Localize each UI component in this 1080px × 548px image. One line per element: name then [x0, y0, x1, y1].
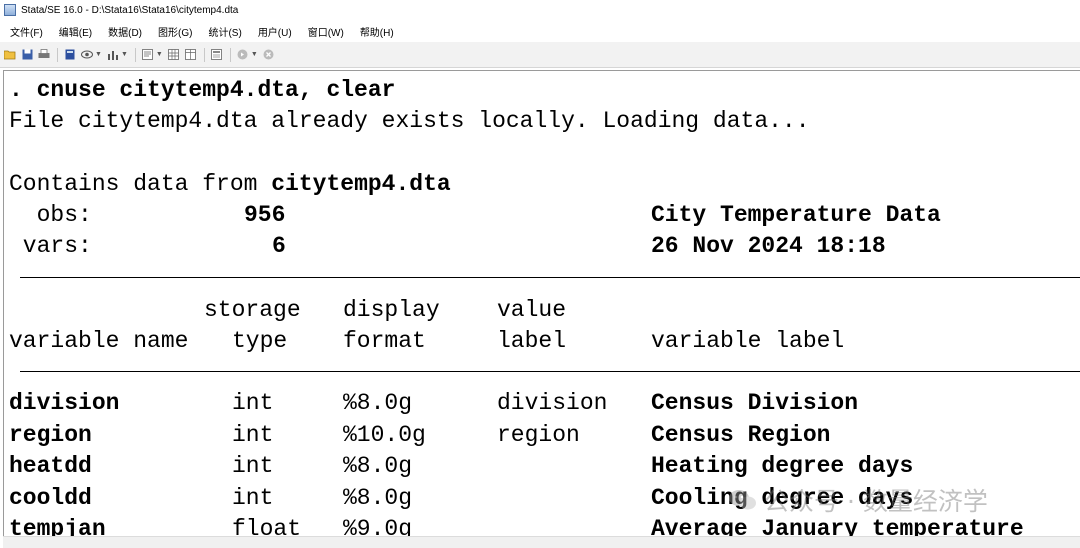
command-line: . cnuse citytemp4.dta, clear — [9, 77, 396, 103]
horizontal-scrollbar[interactable] — [3, 536, 1080, 548]
variable-name: cooldd — [9, 485, 92, 511]
value-label: region — [497, 422, 580, 448]
display-format: %8.0g — [343, 453, 413, 479]
divider-rule — [20, 277, 1080, 278]
display-format: %8.0g — [343, 390, 413, 416]
more-dropdown-caret[interactable]: ▼ — [251, 51, 258, 58]
dataset-label: City Temperature Data — [651, 202, 941, 228]
toolbar-separator — [229, 47, 231, 62]
menu-file[interactable]: 文件(F) — [0, 24, 43, 39]
toolbar-separator — [57, 47, 58, 62]
contains-filename: citytemp4.dta — [271, 171, 451, 197]
variable-name: division — [9, 390, 120, 416]
header-value: value — [497, 297, 567, 323]
header-display: display — [343, 297, 440, 323]
toolbar: ▼ ▼ ▼ ▼ — [0, 42, 1080, 68]
toolbar-separator — [134, 47, 136, 62]
obs-value: 956 — [244, 202, 286, 228]
header-type: type — [232, 328, 288, 354]
header-label: label — [497, 328, 567, 354]
menu-user[interactable]: 用户(U) — [248, 24, 292, 39]
variables-manager-icon[interactable] — [211, 49, 223, 61]
variable-label: Heating degree days — [651, 453, 914, 479]
break-icon[interactable] — [263, 49, 275, 61]
data-browser-icon[interactable] — [185, 49, 197, 61]
log-icon[interactable] — [64, 49, 76, 61]
wechat-icon — [729, 490, 756, 510]
divider-rule — [20, 371, 1080, 372]
loading-message: File citytemp4.dta already exists locall… — [9, 108, 810, 134]
watermark-text: 公众号 · 数量经济学 — [764, 487, 988, 516]
dofile-dropdown-caret[interactable]: ▼ — [156, 51, 163, 58]
header-storage: storage — [204, 297, 301, 323]
dataset-date: 26 Nov 2024 18:18 — [651, 233, 886, 259]
display-format: %8.0g — [343, 485, 413, 511]
storage-type: int — [232, 453, 274, 479]
more-icon[interactable] — [237, 49, 249, 61]
data-editor-icon[interactable] — [168, 49, 180, 61]
menu-edit[interactable]: 编辑(E) — [49, 24, 92, 39]
open-icon[interactable] — [4, 49, 16, 61]
storage-type: int — [232, 485, 274, 511]
dofile-editor-icon[interactable] — [142, 49, 154, 61]
header-variable-name: variable name — [9, 328, 189, 354]
display-format: %10.0g — [343, 422, 426, 448]
menu-statistics[interactable]: 统计(S) — [198, 24, 241, 39]
save-icon[interactable] — [21, 49, 33, 61]
variable-label: Census Region — [651, 422, 831, 448]
variable-name: heatdd — [9, 453, 92, 479]
graph-icon[interactable] — [107, 49, 119, 61]
storage-type: int — [232, 422, 274, 448]
print-icon[interactable] — [38, 49, 50, 61]
menu-graphics[interactable]: 图形(G) — [148, 24, 192, 39]
graph-dropdown-caret[interactable]: ▼ — [121, 51, 128, 58]
menu-bar: 文件(F) 编辑(E) 数据(D) 图形(G) 统计(S) 用户(U) 窗口(W… — [0, 22, 1080, 40]
value-label: division — [497, 390, 608, 416]
toolbar-separator — [203, 47, 205, 62]
viewer-dropdown-caret[interactable]: ▼ — [95, 51, 102, 58]
window-title: Stata/SE 16.0 - D:\Stata16\Stata16\cityt… — [21, 4, 239, 16]
menu-help[interactable]: 帮助(H) — [350, 24, 394, 39]
contains-line: Contains data from citytemp4.dta — [9, 170, 451, 198]
menu-window[interactable]: 窗口(W) — [298, 24, 344, 39]
contains-prefix: Contains data from — [9, 171, 272, 197]
results-window[interactable]: . cnuse citytemp4.dta, clear File cityte… — [3, 70, 1080, 548]
viewer-icon[interactable] — [81, 49, 93, 61]
title-bar: Stata/SE 16.0 - D:\Stata16\Stata16\cityt… — [0, 0, 1080, 20]
stata-app-icon — [4, 4, 16, 16]
watermark: 公众号 · 数量经济学 — [728, 482, 988, 518]
obs-label: obs: — [9, 202, 92, 228]
variable-name: region — [9, 422, 92, 448]
vars-label: vars: — [9, 233, 92, 259]
variable-label: Census Division — [651, 390, 859, 416]
header-variable-label: variable label — [651, 328, 845, 354]
storage-type: int — [232, 390, 274, 416]
menu-data[interactable]: 数据(D) — [98, 24, 142, 39]
header-format: format — [343, 328, 426, 354]
vars-value: 6 — [272, 233, 286, 259]
